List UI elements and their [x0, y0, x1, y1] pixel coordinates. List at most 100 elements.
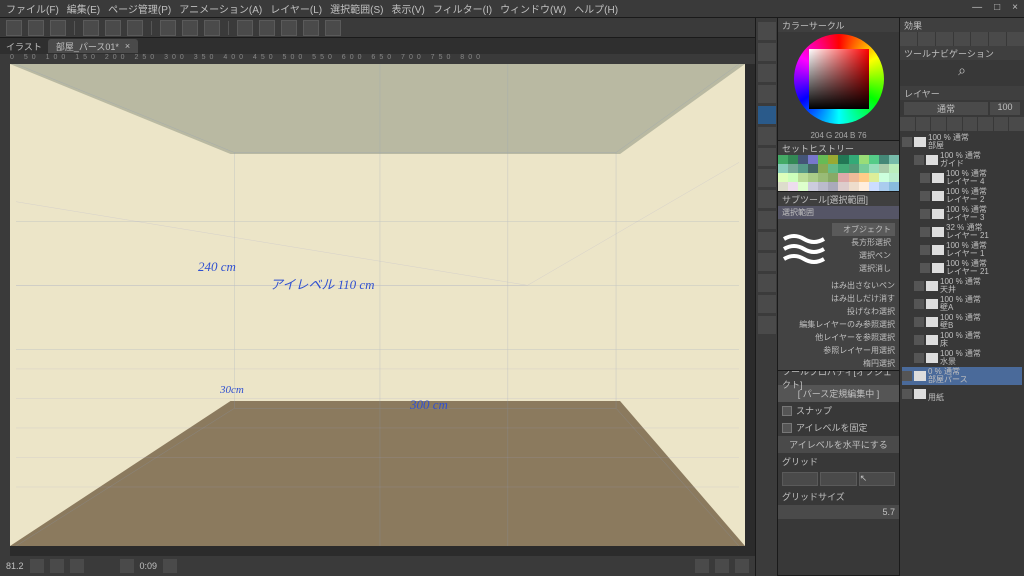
menu-window[interactable]: ウィンドウ(W) [500, 1, 566, 16]
visibility-icon[interactable] [902, 389, 912, 399]
fx-btn[interactable] [1007, 32, 1024, 46]
visibility-icon[interactable] [920, 191, 930, 201]
swatch[interactable] [849, 164, 859, 173]
blend-mode[interactable]: 通常 [904, 102, 988, 115]
nav-left[interactable] [695, 559, 709, 573]
swatch[interactable] [778, 155, 788, 164]
menu-help[interactable]: ヘルプ(H) [574, 1, 618, 16]
swatch[interactable] [798, 182, 808, 191]
swatch[interactable] [798, 155, 808, 164]
zoom-in[interactable] [70, 559, 84, 573]
ts-grad-icon[interactable] [758, 295, 776, 313]
swatch[interactable] [808, 155, 818, 164]
fx-btn[interactable] [936, 32, 953, 46]
swatch[interactable] [828, 173, 838, 182]
swatch[interactable] [788, 164, 798, 173]
close-icon[interactable]: × [1012, 2, 1018, 13]
menu-page[interactable]: ページ管理(P) [108, 1, 171, 16]
fx-btn[interactable] [918, 32, 935, 46]
layer-row[interactable]: 用紙 [902, 385, 1022, 403]
menu-select[interactable]: 選択範囲(S) [330, 1, 383, 16]
layer-btn[interactable] [1009, 117, 1024, 131]
visibility-icon[interactable] [920, 209, 930, 219]
ts-line-icon[interactable] [758, 316, 776, 334]
nav-home[interactable] [715, 559, 729, 573]
swatch[interactable] [828, 155, 838, 164]
swatch[interactable] [889, 182, 899, 191]
swatch[interactable] [869, 182, 879, 191]
visibility-icon[interactable] [914, 299, 924, 309]
subtool-item[interactable]: 長方形選択 [851, 237, 891, 248]
ts-move-icon[interactable] [758, 43, 776, 61]
layer-btn[interactable] [947, 117, 962, 131]
layer-row[interactable]: 100 % 通常レイヤー 1 [902, 241, 1022, 259]
tool-fill[interactable] [325, 20, 341, 36]
subtool-item[interactable]: 選択ペン [859, 250, 891, 261]
snap-checkbox[interactable] [782, 406, 792, 416]
layer-row[interactable]: 100 % 通常天井 [902, 277, 1022, 295]
layer-btn[interactable] [978, 117, 993, 131]
layer-row[interactable]: 100 % 通常ガイド [902, 151, 1022, 169]
visibility-icon[interactable] [914, 317, 924, 327]
swatch[interactable] [869, 164, 879, 173]
swatch[interactable] [889, 155, 899, 164]
nav-right[interactable] [735, 559, 749, 573]
layer-row[interactable]: 100 % 通常水景 [902, 349, 1022, 367]
visibility-icon[interactable] [914, 353, 924, 363]
zoom-fit[interactable] [50, 559, 64, 573]
maximize-icon[interactable]: □ [994, 2, 1000, 13]
layer-row[interactable]: 100 % 通常レイヤー 4 [902, 169, 1022, 187]
swatch[interactable] [879, 182, 889, 191]
grid-btn-2[interactable] [820, 472, 856, 486]
swatch[interactable] [798, 173, 808, 182]
swatch[interactable] [818, 182, 828, 191]
swatch[interactable] [788, 182, 798, 191]
menu-layer[interactable]: レイヤー(L) [270, 1, 322, 16]
layer-row[interactable]: 100 % 通常壁A [902, 295, 1022, 313]
layer-btn[interactable] [900, 117, 915, 131]
subtool-item[interactable]: 参照レイヤー用選択 [823, 345, 895, 356]
minimize-icon[interactable]: — [972, 2, 982, 13]
tool-pen[interactable] [259, 20, 275, 36]
layer-row[interactable]: 100 % 通常壁B [902, 313, 1022, 331]
subtool-item[interactable]: 楕円選択 [863, 358, 895, 369]
swatch[interactable] [838, 182, 848, 191]
layer-btn[interactable] [931, 117, 946, 131]
layer-btn[interactable] [994, 117, 1009, 131]
ts-object-icon[interactable] [758, 85, 776, 103]
color-wheel[interactable]: 204 G 204 B 76 [778, 32, 899, 140]
visibility-icon[interactable] [914, 155, 924, 165]
layer-row[interactable]: 100 % 通常部屋 [902, 133, 1022, 151]
tab-close-icon[interactable]: × [125, 41, 130, 51]
tool-redo[interactable] [105, 20, 121, 36]
swatch[interactable] [879, 173, 889, 182]
tool-undo[interactable] [83, 20, 99, 36]
layer-row[interactable]: 100 % 通常レイヤー 2 [902, 187, 1022, 205]
ts-eraser-icon[interactable] [758, 232, 776, 250]
tool-copy[interactable] [182, 20, 198, 36]
layer-btn[interactable] [916, 117, 931, 131]
visibility-icon[interactable] [914, 281, 924, 291]
subtool-item[interactable]: はみ出しだけ消す [831, 293, 895, 304]
swatch[interactable] [808, 182, 818, 191]
swatch[interactable] [818, 173, 828, 182]
level-button[interactable]: アイレベルを水平にする [778, 436, 899, 453]
zoom-out[interactable] [30, 559, 44, 573]
menu-edit[interactable]: 編集(E) [67, 1, 100, 16]
swatch[interactable] [838, 155, 848, 164]
swatch[interactable] [788, 173, 798, 182]
swatch[interactable] [859, 164, 869, 173]
ts-pen-icon[interactable] [758, 169, 776, 187]
doc-tab[interactable]: 部屋_パース01* × [48, 39, 138, 53]
fix-checkbox[interactable] [782, 423, 792, 433]
swatch[interactable] [879, 155, 889, 164]
swatch[interactable] [778, 182, 788, 191]
menu-anim[interactable]: アニメーション(A) [179, 1, 262, 16]
swatch[interactable] [818, 155, 828, 164]
swatch[interactable] [798, 164, 808, 173]
swatch[interactable] [889, 173, 899, 182]
visibility-icon[interactable] [920, 263, 930, 273]
menu-view[interactable]: 表示(V) [391, 1, 424, 16]
swatch[interactable] [838, 173, 848, 182]
nav-search-icon[interactable]: ⌕ [900, 60, 1024, 81]
